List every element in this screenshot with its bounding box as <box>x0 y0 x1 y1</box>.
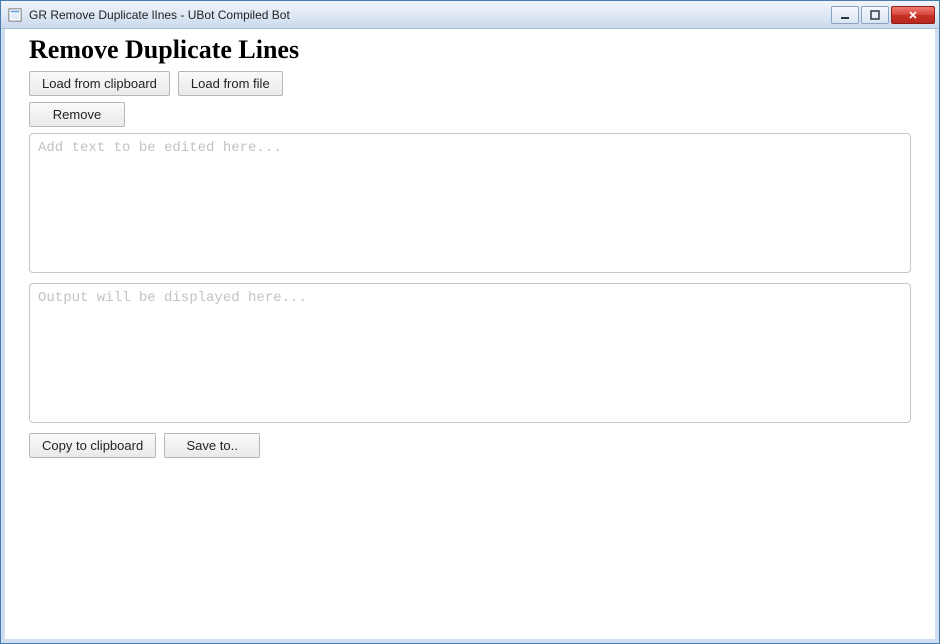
close-button[interactable] <box>891 6 935 24</box>
save-to-button[interactable]: Save to.. <box>164 433 260 458</box>
minimize-button[interactable] <box>831 6 859 24</box>
content-area: Remove Duplicate Lines Load from clipboa… <box>1 29 939 643</box>
input-textarea[interactable] <box>29 133 911 273</box>
output-textarea[interactable] <box>29 283 911 423</box>
app-window: GR Remove Duplicate lInes - UBot Compile… <box>0 0 940 644</box>
remove-button[interactable]: Remove <box>29 102 125 127</box>
titlebar: GR Remove Duplicate lInes - UBot Compile… <box>1 1 939 29</box>
load-from-clipboard-button[interactable]: Load from clipboard <box>29 71 170 96</box>
remove-row: Remove <box>29 102 911 127</box>
load-from-file-button[interactable]: Load from file <box>178 71 283 96</box>
window-controls <box>831 6 935 24</box>
load-row: Load from clipboard Load from file <box>29 71 911 96</box>
maximize-button[interactable] <box>861 6 889 24</box>
window-title: GR Remove Duplicate lInes - UBot Compile… <box>29 8 825 22</box>
copy-to-clipboard-button[interactable]: Copy to clipboard <box>29 433 156 458</box>
save-row: Copy to clipboard Save to.. <box>29 433 911 458</box>
app-icon <box>7 7 23 23</box>
page-title: Remove Duplicate Lines <box>29 35 911 65</box>
